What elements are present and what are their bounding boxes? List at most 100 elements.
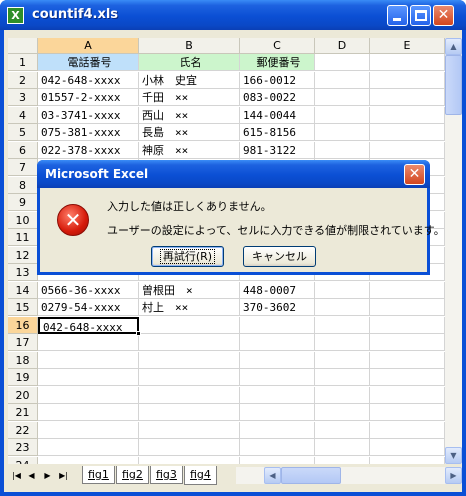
cancel-button[interactable]: キャンセル (243, 246, 316, 267)
row-header-24[interactable]: 24 (8, 456, 38, 464)
cell-d21[interactable] (315, 404, 370, 421)
cell-a23[interactable] (38, 439, 139, 456)
title-bar[interactable]: X countif4.xls ✕ (0, 0, 466, 30)
cell-c16[interactable] (240, 316, 315, 334)
row-header-1[interactable]: 1 (8, 54, 38, 71)
cell-b20[interactable] (139, 386, 240, 404)
prev-sheet-button[interactable]: ◀ (25, 468, 38, 483)
cell-e14[interactable] (370, 281, 445, 299)
first-sheet-button[interactable]: |◀ (10, 468, 23, 483)
horizontal-scrollbar[interactable]: ◀ ▶ (236, 467, 462, 484)
row-header-19[interactable]: 19 (8, 369, 38, 386)
cell-b2[interactable]: 小林 史宜 (139, 71, 240, 89)
column-header-d[interactable]: D (315, 38, 370, 54)
cell-b17[interactable] (139, 334, 240, 351)
row-header-9[interactable]: 9 (8, 194, 38, 211)
cell-b16[interactable] (139, 316, 240, 334)
row-header-15[interactable]: 15 (8, 299, 38, 316)
cell-d18[interactable] (315, 351, 370, 369)
cell-d23[interactable] (315, 439, 370, 456)
cell-b3[interactable]: 千田 ×× (139, 89, 240, 106)
cell-c20[interactable] (240, 386, 315, 404)
cell-c15[interactable]: 370-3602 (240, 299, 315, 316)
tab-fig4[interactable]: fig4 (184, 466, 217, 485)
cell-d20[interactable] (315, 386, 370, 404)
cell-c23[interactable] (240, 439, 315, 456)
cell-d17[interactable] (315, 334, 370, 351)
column-header-a[interactable]: A (38, 38, 139, 54)
cell-a4[interactable]: 03-3741-xxxx (38, 106, 139, 124)
vertical-scroll-thumb[interactable] (445, 55, 462, 115)
cell-b22[interactable] (139, 421, 240, 439)
row-header-3[interactable]: 3 (8, 89, 38, 106)
cell-e4[interactable] (370, 106, 445, 124)
cell-b14[interactable]: 曽根田 × (139, 281, 240, 299)
cell-a5[interactable]: 075-381-xxxx (38, 124, 139, 141)
cell-a21[interactable] (38, 404, 139, 421)
row-header-10[interactable]: 10 (8, 211, 38, 229)
retry-button[interactable]: 再試行(R) (151, 246, 224, 267)
cell-e21[interactable] (370, 404, 445, 421)
scroll-right-button[interactable]: ▶ (445, 467, 462, 484)
tab-fig3[interactable]: fig3 (150, 466, 183, 484)
active-cell[interactable]: 042-648-xxxx (38, 316, 139, 334)
cell-c6[interactable]: 981-3122 (240, 141, 315, 159)
row-header-22[interactable]: 22 (8, 421, 38, 439)
cell-d14[interactable] (315, 281, 370, 299)
cell-c24[interactable] (240, 456, 315, 464)
cell-e5[interactable] (370, 124, 445, 141)
cell-c17[interactable] (240, 334, 315, 351)
vertical-scrollbar[interactable]: ▲ ▼ (445, 38, 462, 464)
cell-e18[interactable] (370, 351, 445, 369)
horizontal-scroll-thumb[interactable] (281, 467, 341, 484)
cell-a18[interactable] (38, 351, 139, 369)
cell-d6[interactable] (315, 141, 370, 159)
cell-d22[interactable] (315, 421, 370, 439)
row-header-23[interactable]: 23 (8, 439, 38, 456)
row-header-21[interactable]: 21 (8, 404, 38, 421)
cell-d24[interactable] (315, 456, 370, 464)
cell-b4[interactable]: 西山 ×× (139, 106, 240, 124)
row-header-14[interactable]: 14 (8, 281, 38, 299)
row-header-20[interactable]: 20 (8, 386, 38, 404)
minimize-button[interactable] (387, 5, 408, 26)
cell-a17[interactable] (38, 334, 139, 351)
cell-c5[interactable]: 615-8156 (240, 124, 315, 141)
row-header-17[interactable]: 17 (8, 334, 38, 351)
row-header-7[interactable]: 7 (8, 159, 38, 176)
cell-b19[interactable] (139, 369, 240, 386)
cell-d19[interactable] (315, 369, 370, 386)
cell-e6[interactable] (370, 141, 445, 159)
cell-c21[interactable] (240, 404, 315, 421)
cell-c3[interactable]: 083-0022 (240, 89, 315, 106)
column-header-b[interactable]: B (139, 38, 240, 54)
cell-e1[interactable] (370, 54, 445, 71)
cell-e24[interactable] (370, 456, 445, 464)
cell-a3[interactable]: 01557-2-xxxx (38, 89, 139, 106)
scroll-left-button[interactable]: ◀ (264, 467, 281, 484)
cell-e3[interactable] (370, 89, 445, 106)
cell-d3[interactable] (315, 89, 370, 106)
cell-e23[interactable] (370, 439, 445, 456)
cell-a1[interactable]: 電話番号 (38, 54, 139, 71)
maximize-button[interactable] (410, 5, 431, 26)
column-header-e[interactable]: E (370, 38, 445, 54)
cell-d1[interactable] (315, 54, 370, 71)
cell-e19[interactable] (370, 369, 445, 386)
cell-b24[interactable] (139, 456, 240, 464)
row-header-5[interactable]: 5 (8, 124, 38, 141)
tab-fig1[interactable]: fig1 (82, 466, 115, 484)
cell-d16[interactable] (315, 316, 370, 334)
cell-d2[interactable] (315, 71, 370, 89)
cell-a6[interactable]: 022-378-xxxx (38, 141, 139, 159)
tab-fig2[interactable]: fig2 (116, 466, 149, 484)
cell-a22[interactable] (38, 421, 139, 439)
cell-c4[interactable]: 144-0044 (240, 106, 315, 124)
row-header-13[interactable]: 13 (8, 264, 38, 281)
scroll-down-button[interactable]: ▼ (445, 447, 462, 464)
row-header-12[interactable]: 12 (8, 246, 38, 264)
cell-e20[interactable] (370, 386, 445, 404)
cell-d4[interactable] (315, 106, 370, 124)
cell-c2[interactable]: 166-0012 (240, 71, 315, 89)
cell-b15[interactable]: 村上 ×× (139, 299, 240, 316)
